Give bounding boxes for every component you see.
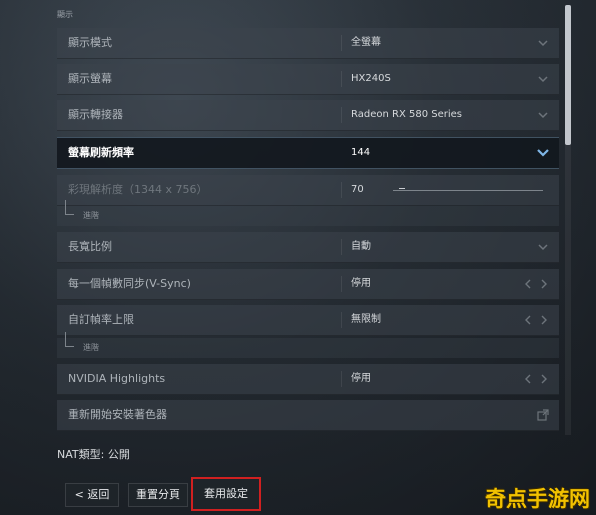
- setting-reinstall-shaders[interactable]: 重新開始安裝著色器: [57, 400, 559, 431]
- scrollbar-thumb[interactable]: [565, 5, 571, 145]
- setting-label: 長寬比例: [68, 240, 112, 253]
- nat-type: NAT類型: 公開: [57, 446, 130, 462]
- setting-label: 每一個幀數同步(V-Sync): [68, 277, 191, 290]
- setting-value: Radeon RX 580 Series: [351, 109, 462, 120]
- chevron-down-icon[interactable]: [535, 35, 551, 51]
- setting-label: NVIDIA Highlights: [68, 372, 166, 385]
- setting-label: 彩現解析度（1344 x 756）: [68, 183, 208, 196]
- setting-vsync[interactable]: 每一個幀數同步(V-Sync) 停用: [57, 269, 559, 300]
- setting-value: 無限制: [351, 314, 381, 325]
- setting-nvidia-highlights[interactable]: NVIDIA Highlights 停用: [57, 364, 559, 395]
- divider: [341, 371, 342, 387]
- apply-settings-button[interactable]: 套用設定: [191, 477, 261, 511]
- divider: [341, 107, 342, 123]
- advanced-subrow[interactable]: 進階: [57, 332, 559, 358]
- setting-value: HX240S: [351, 73, 391, 84]
- advanced-label: 進階: [83, 343, 99, 352]
- setting-fps-limit[interactable]: 自訂幀率上限 無限制: [57, 305, 559, 336]
- chevron-down-icon[interactable]: [535, 145, 551, 161]
- advanced-subrow[interactable]: 進階: [57, 200, 559, 226]
- setting-value: 停用: [351, 278, 371, 289]
- divider: [341, 312, 342, 328]
- reset-tab-button[interactable]: 重置分頁: [128, 483, 188, 507]
- setting-display-monitor[interactable]: 顯示螢幕 HX240S: [57, 64, 559, 95]
- section-title: 顯示: [57, 10, 73, 19]
- divider: [341, 35, 342, 51]
- advanced-label: 進階: [83, 211, 99, 220]
- tree-bracket-icon: [65, 332, 74, 347]
- external-link-icon[interactable]: [535, 407, 551, 423]
- setting-aspect-ratio[interactable]: 長寬比例 自動: [57, 232, 559, 263]
- setting-label: 顯示螢幕: [68, 72, 112, 85]
- setting-display-adapter[interactable]: 顯示轉接器 Radeon RX 580 Series: [57, 100, 559, 131]
- chevron-down-icon[interactable]: [535, 107, 551, 123]
- setting-value: 全螢幕: [351, 37, 381, 48]
- setting-value: 停用: [351, 373, 371, 384]
- watermark-logo: 奇点手游网: [485, 487, 590, 511]
- slider-handle[interactable]: [399, 188, 405, 189]
- divider: [341, 239, 342, 255]
- setting-label: 顯示轉接器: [68, 108, 123, 121]
- setting-value: 70: [351, 184, 364, 195]
- tree-bracket-icon: [65, 200, 74, 215]
- back-button[interactable]: < 返回: [65, 483, 119, 507]
- left-right-arrows-icon[interactable]: [521, 277, 551, 291]
- setting-value: 144: [351, 147, 371, 158]
- divider: [341, 276, 342, 292]
- slider-track[interactable]: [393, 190, 543, 191]
- setting-render-resolution[interactable]: 彩現解析度（1344 x 756） 70: [57, 175, 559, 206]
- divider: [341, 182, 342, 198]
- left-right-arrows-icon[interactable]: [521, 313, 551, 327]
- chevron-down-icon[interactable]: [535, 239, 551, 255]
- setting-label: 自訂幀率上限: [68, 313, 134, 326]
- setting-label: 顯示模式: [68, 36, 112, 49]
- setting-refresh-rate[interactable]: 螢幕刷新頻率 144: [57, 137, 559, 169]
- setting-label: 螢幕刷新頻率: [68, 146, 134, 159]
- left-right-arrows-icon[interactable]: [521, 372, 551, 386]
- chevron-down-icon[interactable]: [535, 71, 551, 87]
- nat-value: 公開: [107, 448, 130, 461]
- setting-display-mode[interactable]: 顯示模式 全螢幕: [57, 28, 559, 59]
- divider: [341, 71, 342, 87]
- setting-value: 自動: [351, 241, 371, 252]
- nat-label: NAT類型:: [57, 448, 105, 461]
- setting-label: 重新開始安裝著色器: [68, 408, 167, 421]
